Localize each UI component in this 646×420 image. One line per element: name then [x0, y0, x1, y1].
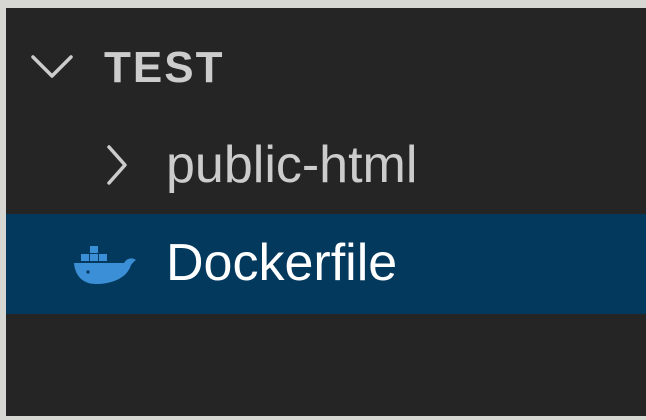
chevron-right-icon — [107, 145, 127, 185]
file-label: Dockerfile — [166, 234, 398, 292]
section-title: TEST — [104, 43, 225, 92]
explorer-panel: TEST public-html Dockerfile — [6, 8, 646, 416]
explorer-section-header[interactable]: TEST — [6, 32, 646, 102]
chevron-down-icon — [31, 55, 73, 78]
docker-icon — [74, 246, 136, 284]
tree-item-dockerfile[interactable]: Dockerfile — [6, 214, 646, 314]
folder-label: public-html — [166, 136, 418, 194]
tree-item-public-html[interactable]: public-html — [6, 116, 646, 214]
